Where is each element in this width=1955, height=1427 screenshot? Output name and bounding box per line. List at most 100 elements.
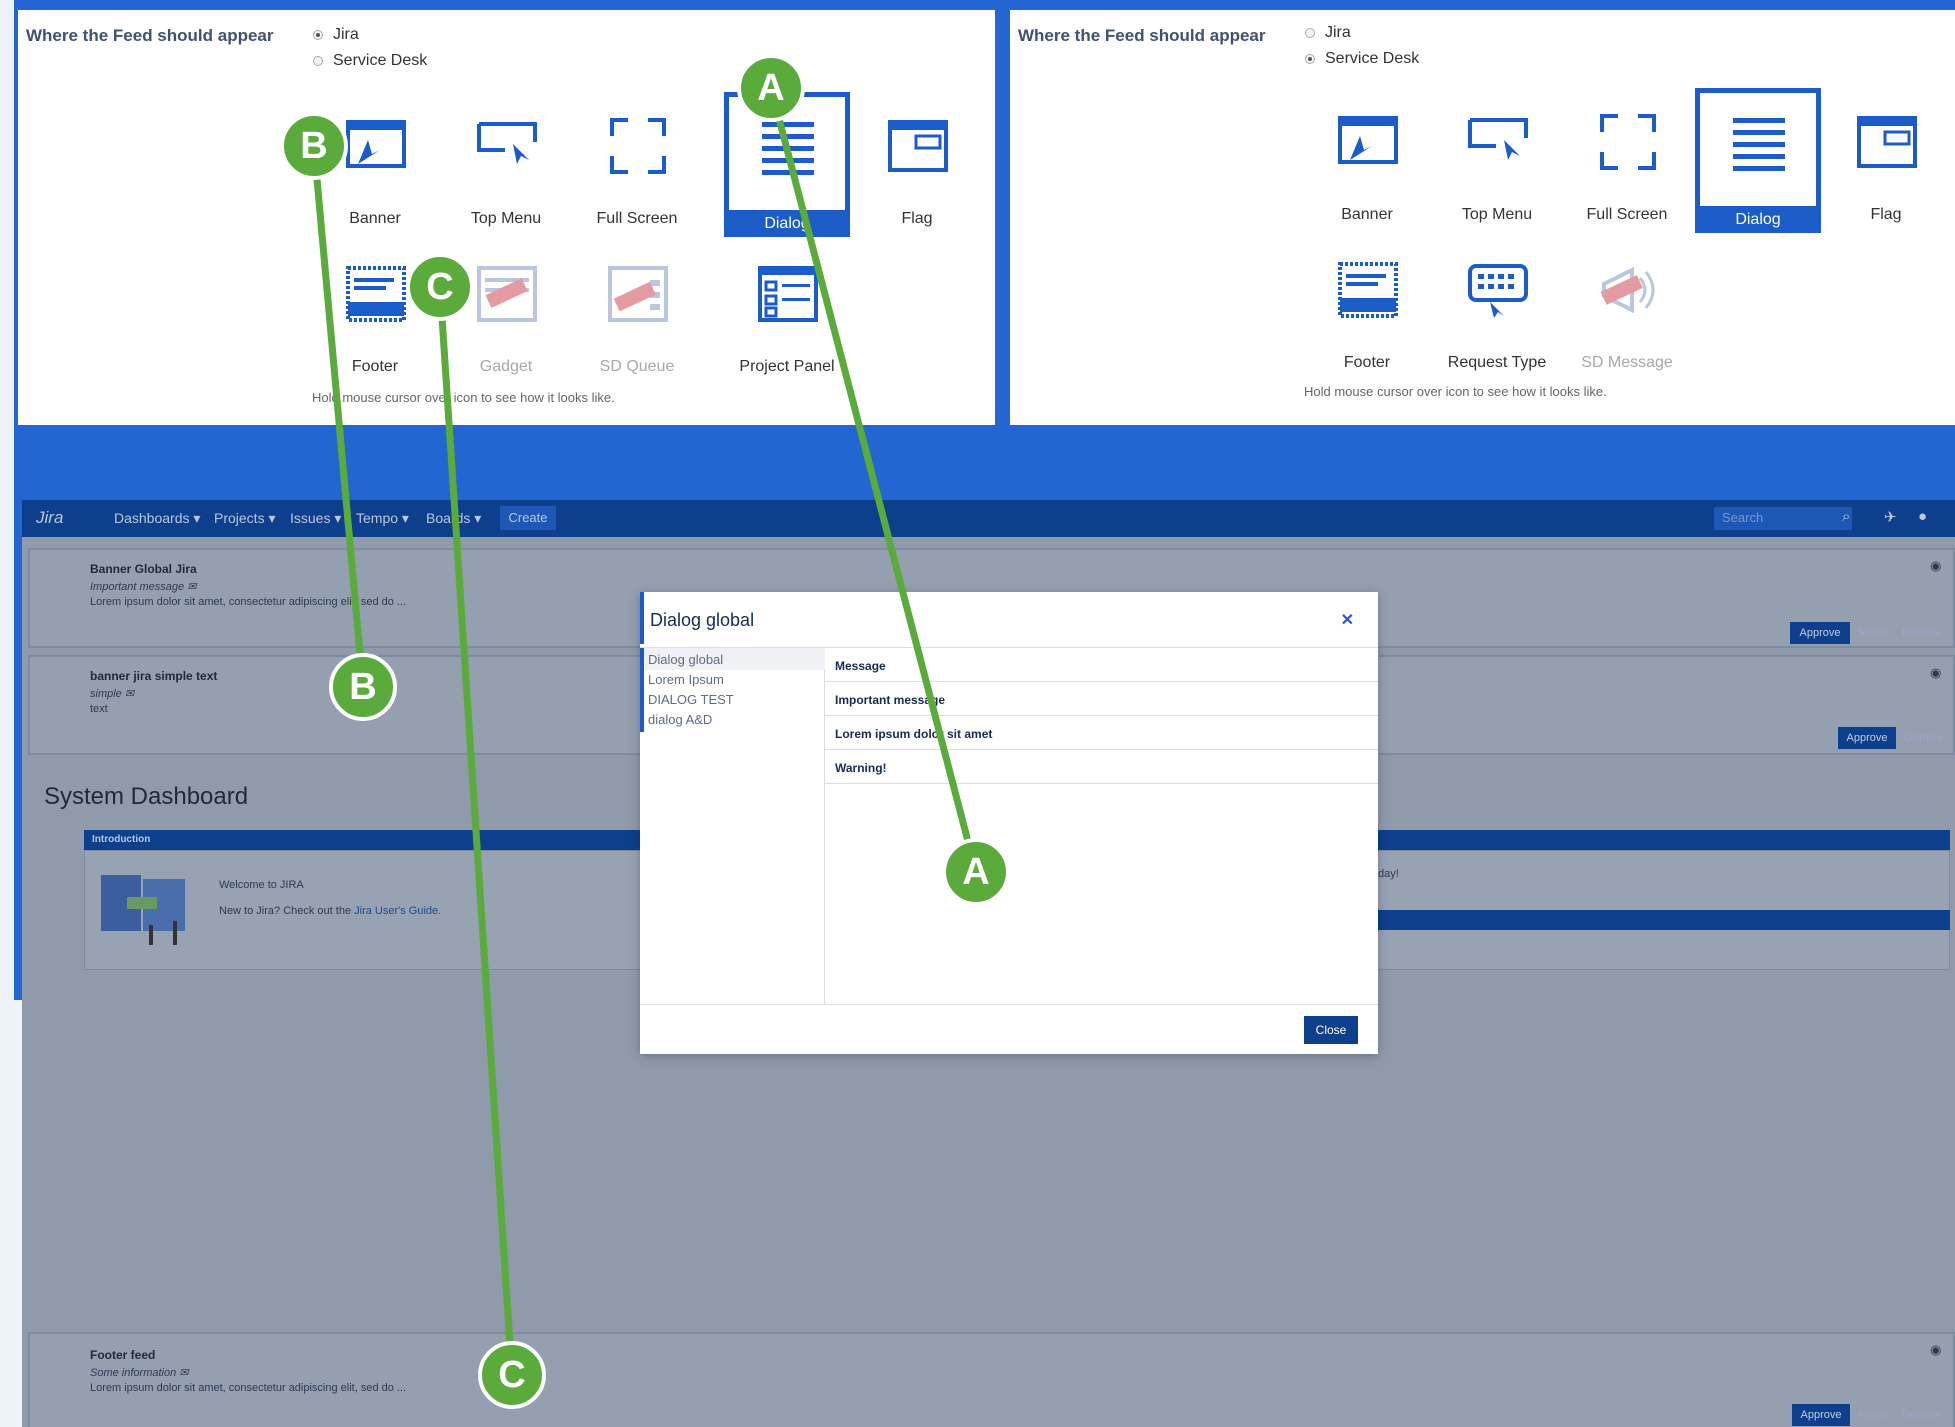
hint-text: Hold mouse cursor over icon to see how i… (1304, 384, 1607, 399)
feed-location-label: Where the Feed should appear (1018, 26, 1266, 45)
reject-button[interactable]: Reject (1854, 1404, 1894, 1426)
reject-button[interactable]: Reject (1854, 622, 1894, 644)
option-top-menu[interactable]: Top Menu (443, 92, 569, 237)
welcome-illustration-icon (101, 875, 185, 945)
dialog-row-text: Important message (835, 693, 946, 707)
welcome-guide-text: New to Jira? Check out the Jira User's G… (219, 905, 441, 917)
feed-body: text (90, 703, 108, 715)
guide-prefix: New to Jira? Check out the (219, 905, 352, 917)
option-label: SD Queue (599, 358, 675, 375)
full-screen-icon (1600, 114, 1656, 170)
nav-projects[interactable]: Projects ▾ (214, 510, 276, 527)
option-project-panel[interactable]: Project Panel (724, 240, 850, 385)
nav-dashboards[interactable]: Dashboards ▾ (114, 510, 200, 527)
radio-jira[interactable]: Jira (1305, 24, 1351, 42)
annotation-badge-c: C (478, 1341, 546, 1409)
radio-label: Service Desk (333, 52, 428, 69)
dialog-nav-item[interactable]: DIALOG TEST (648, 692, 734, 707)
option-label: Flag (1870, 206, 1902, 223)
eye-icon[interactable]: ◉ (1930, 665, 1941, 681)
dialog-title: Dialog global (650, 610, 755, 630)
feed-body: Lorem ipsum dolor sit amet, consectetur … (90, 596, 407, 608)
eye-icon[interactable]: ◉ (1930, 558, 1941, 574)
help-icon[interactable]: ● (1918, 508, 1927, 525)
eye-icon[interactable]: ◉ (1930, 1342, 1941, 1358)
option-label: Top Menu (1461, 206, 1533, 223)
option-footer[interactable]: Footer (1304, 236, 1430, 381)
nav-issues[interactable]: Issues ▾ (290, 510, 341, 527)
dialog-nav-accent (640, 648, 644, 732)
top-menu-icon (1468, 118, 1528, 160)
nav-tempo[interactable]: Tempo ▾ (356, 510, 409, 527)
search-icon[interactable]: ⌕ (1842, 508, 1850, 525)
option-label: Project Panel (739, 358, 835, 375)
dialog-icon (762, 122, 814, 175)
full-screen-icon (610, 118, 666, 174)
nav-boards[interactable]: Boards ▾ (426, 510, 481, 527)
dialog-nav-item[interactable]: Dialog global (648, 652, 723, 667)
approve-button[interactable]: Approve (1792, 1404, 1850, 1426)
option-flag[interactable]: Flag (1823, 88, 1949, 233)
radio-label: Service Desk (1325, 50, 1420, 67)
dashboard-title: System Dashboard (44, 783, 249, 810)
dialog-accent (640, 592, 644, 644)
dialog-row-text: Lorem ipsum dolor sit amet (835, 727, 993, 741)
option-label: Gadget (479, 358, 533, 375)
dismiss-button[interactable]: Dismiss (1896, 622, 1946, 644)
footer-icon (346, 266, 406, 322)
option-banner[interactable]: Banner (1304, 88, 1430, 233)
search-input[interactable]: Search (1714, 507, 1852, 530)
close-icon[interactable]: ✕ (1341, 610, 1354, 630)
jira-logo[interactable]: Jira (36, 508, 63, 528)
feed-title: Footer feed (90, 1348, 156, 1362)
option-label: Dialog (1695, 206, 1821, 233)
footer-feed: Footer feed Some information ✉ Lorem ips… (28, 1332, 1955, 1427)
radio-service-desk[interactable]: Service Desk (313, 52, 427, 70)
radio-dot[interactable] (1305, 54, 1315, 64)
radio-service-desk[interactable]: Service Desk (1305, 50, 1419, 68)
users-guide-link[interactable]: Jira User's Guide. (354, 905, 441, 917)
annotation-badge-a: A (942, 838, 1010, 906)
option-full-screen[interactable]: Full Screen (1564, 88, 1690, 233)
dismiss-button[interactable]: Dismiss (1898, 727, 1948, 749)
radio-jira[interactable]: Jira (313, 26, 359, 44)
radio-label: Jira (333, 26, 359, 43)
option-sd-message[interactable]: SD Message (1564, 236, 1690, 381)
option-label: SD Message (1581, 354, 1673, 371)
option-label: Footer (1343, 354, 1391, 371)
dialog-message-row: Lorem ipsum dolor sit amet (825, 716, 1378, 750)
dialog-close-button[interactable]: Close (1304, 1016, 1358, 1044)
dialog-row-text: Message (835, 659, 886, 673)
option-dialog[interactable]: Dialog (1695, 88, 1821, 233)
option-label: Banner (349, 210, 401, 227)
option-label: Full Screen (596, 210, 678, 227)
approve-button[interactable]: Approve (1838, 727, 1896, 749)
dialog-footer-divider (640, 1004, 1378, 1005)
approve-button[interactable]: Approve (1790, 622, 1850, 644)
blue-frame-strip (14, 425, 22, 955)
radio-dot[interactable] (313, 56, 323, 66)
dialog-nav-item[interactable]: dialog A&D (648, 712, 712, 727)
banner-icon (1338, 116, 1398, 164)
option-label: Footer (351, 358, 399, 375)
feed-title: banner jira simple text (90, 669, 218, 683)
create-button[interactable]: Create (500, 506, 556, 530)
dialog-nav-item[interactable]: Lorem Ipsum (648, 672, 724, 687)
option-full-screen[interactable]: Full Screen (574, 92, 700, 237)
option-sd-queue[interactable]: SD Queue (574, 240, 700, 385)
option-flag[interactable]: Flag (854, 92, 980, 237)
radio-dot[interactable] (313, 30, 323, 40)
feed-icon[interactable]: ✈ (1884, 508, 1897, 526)
feed-location-label: Where the Feed should appear (26, 26, 274, 45)
feed-dialog: Dialog global ✕ Dialog global Lorem Ipsu… (640, 592, 1378, 1054)
radio-dot[interactable] (1305, 28, 1315, 38)
feed-location-panel-service-desk: Where the Feed should appear Jira Servic… (1010, 10, 1955, 425)
option-label: Request Type (1447, 354, 1547, 371)
feed-location-panel-jira: Where the Feed should appear Jira Servic… (18, 10, 995, 425)
option-label: Flag (901, 210, 933, 227)
option-label: Banner (1341, 206, 1393, 223)
option-top-menu[interactable]: Top Menu (1434, 88, 1560, 233)
option-request-type[interactable]: Request Type (1434, 236, 1560, 381)
dialog-icon (1733, 118, 1785, 171)
dismiss-button[interactable]: Dismiss (1896, 1404, 1946, 1426)
